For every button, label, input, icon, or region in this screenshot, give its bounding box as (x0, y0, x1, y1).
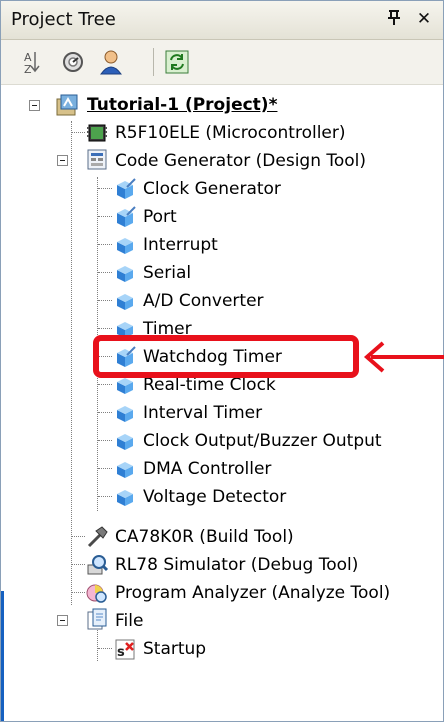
project-tree: Tutorial-1 (Project)* R5F10ELE (Microcon… (1, 85, 444, 721)
peripheral-icon (113, 261, 137, 285)
tree-node-ad-converter[interactable]: A/D Converter (143, 290, 264, 312)
serial-highlight-box (93, 335, 359, 378)
panel-toolbar: A Z (1, 40, 443, 85)
tree-node-microcontroller[interactable]: R5F10ELE (Microcontroller) (115, 122, 346, 144)
tree-node-clock-output-buzzer-output[interactable]: Clock Output/Buzzer Output (143, 430, 382, 452)
refresh-icon[interactable] (163, 48, 191, 76)
tree-node-build-tool[interactable]: CA78K0R (Build Tool) (115, 526, 294, 548)
code-generator-collapse-toggle[interactable] (57, 155, 68, 166)
svg-text:Z: Z (24, 63, 32, 76)
chip-icon (85, 121, 109, 145)
panel-title-bar: Project Tree ✕ (1, 1, 443, 40)
hammer-icon (85, 525, 109, 549)
tree-node-debug-tool[interactable]: RL78 Simulator (Debug Tool) (115, 554, 358, 576)
tree-node-code-generator[interactable]: Code Generator (Design Tool) (115, 150, 366, 172)
peripheral-configured-icon (113, 205, 137, 229)
tree-node-dma-controller[interactable]: DMA Controller (143, 458, 271, 480)
pin-icon[interactable] (383, 9, 405, 32)
tree-node-interval-timer[interactable]: Interval Timer (143, 402, 262, 424)
project-tree-panel: Project Tree ✕ A Z Tutorial-1 (Project)*… (0, 0, 444, 722)
svg-text:s: s (117, 645, 125, 660)
peripheral-icon (113, 429, 137, 453)
peripheral-icon (113, 485, 137, 509)
code-generator-icon (85, 147, 109, 171)
analyzer-icon (85, 581, 109, 605)
peripheral-icon (113, 401, 137, 425)
tree-node-file[interactable]: File (115, 610, 143, 632)
tree-node-clock-generator[interactable]: Clock Generator (143, 178, 281, 200)
arrow-left-icon (363, 341, 444, 373)
tree-node-project-root[interactable]: Tutorial-1 (Project)* (87, 94, 277, 116)
user-icon[interactable] (97, 48, 125, 76)
peripheral-configured-icon (113, 177, 137, 201)
toolbar-separator (153, 48, 154, 76)
tree-node-serial[interactable]: Serial (143, 262, 191, 284)
project-icon (55, 93, 79, 117)
tree-node-analyze-tool[interactable]: Program Analyzer (Analyze Tool) (115, 582, 390, 604)
panel-edge-accent (1, 591, 4, 721)
sort-icon[interactable]: A Z (15, 48, 43, 76)
folder-icon (85, 607, 109, 631)
tree-node-startup[interactable]: Startup (143, 638, 206, 660)
tree-node-interrupt[interactable]: Interrupt (143, 234, 218, 256)
tree-node-port[interactable]: Port (143, 206, 177, 228)
close-icon[interactable]: ✕ (413, 9, 435, 29)
peripheral-icon (113, 233, 137, 257)
peripheral-icon (113, 289, 137, 313)
startup-file-icon: s (113, 637, 137, 661)
tree-node-voltage-detector[interactable]: Voltage Detector (143, 486, 286, 508)
file-collapse-toggle[interactable] (57, 615, 68, 626)
panel-title: Project Tree (11, 9, 116, 30)
root-collapse-toggle[interactable] (29, 100, 40, 111)
simulator-icon (85, 553, 109, 577)
peripheral-icon (113, 457, 137, 481)
properties-icon[interactable] (59, 48, 87, 76)
